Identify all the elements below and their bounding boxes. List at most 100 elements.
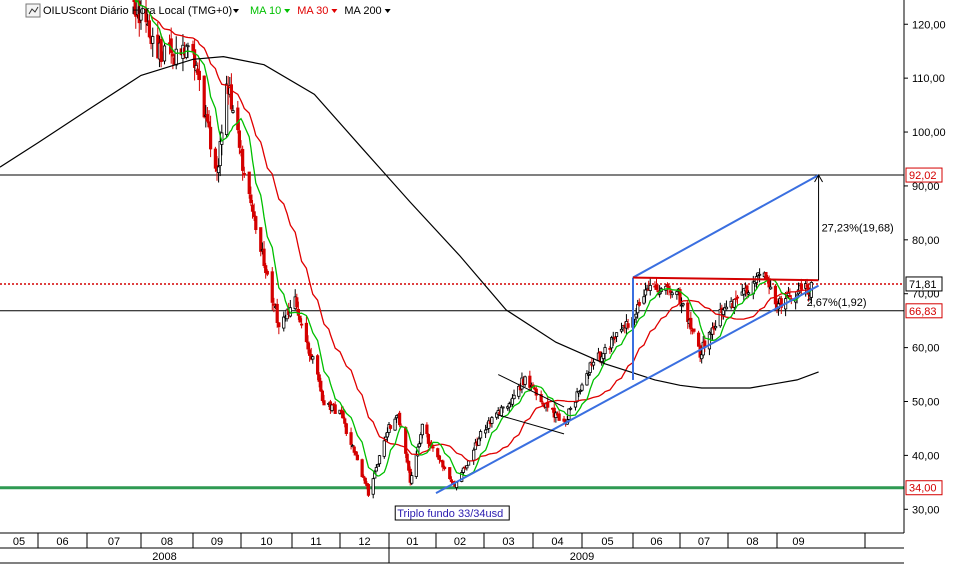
candle-body: [398, 412, 402, 426]
candle-body: [637, 301, 641, 306]
candle-body: [562, 418, 566, 422]
candle-body: [603, 347, 607, 355]
candle-body: [249, 194, 253, 204]
candle-body: [669, 290, 673, 293]
candle-body: [254, 216, 258, 231]
candle-body: [523, 376, 527, 385]
price-tick-label: 90,00: [912, 181, 940, 193]
candle-body: [259, 227, 263, 252]
candle-body: [692, 328, 696, 332]
candle-body: [608, 347, 612, 350]
candle-body: [501, 406, 505, 409]
month-label: 08: [746, 536, 758, 548]
candle-body: [634, 313, 638, 318]
candle-body: [265, 270, 269, 275]
candle-body: [322, 400, 326, 406]
candle-body: [374, 467, 378, 472]
candle-body: [236, 107, 240, 131]
candle-body: [658, 292, 662, 295]
candle-body: [270, 271, 274, 303]
candle-body: [202, 75, 206, 118]
candle-body: [472, 449, 476, 461]
instrument-title[interactable]: OILUScont Diário Hora Local (TMG+0): [43, 5, 232, 17]
candle-body: [231, 110, 235, 113]
month-label: 08: [161, 536, 173, 548]
candle-body: [366, 484, 371, 496]
candle-body: [611, 338, 615, 341]
candle-body: [805, 284, 809, 288]
candle-body: [586, 373, 591, 376]
candle-body: [642, 296, 646, 304]
candle-body: [414, 454, 418, 477]
year-label: 2009: [570, 551, 594, 563]
candle-body: [681, 303, 685, 306]
candle-body: [591, 361, 596, 366]
price-label: 34,00: [909, 483, 937, 495]
candle-body: [568, 407, 573, 410]
candle-body: [295, 297, 299, 308]
candle-body: [349, 432, 353, 445]
candle-body: [746, 292, 751, 295]
price-tick-label: 40,00: [912, 450, 940, 462]
month-label: 09: [211, 536, 223, 548]
price-label: 92,02: [909, 170, 937, 182]
candle-body: [613, 336, 617, 339]
candle-body: [490, 417, 494, 424]
candle-body: [478, 431, 483, 439]
candle-body: [619, 328, 624, 332]
candle-body: [262, 248, 266, 267]
candle-body: [410, 475, 414, 484]
candle-body: [636, 304, 640, 314]
candle-body: [799, 283, 803, 290]
candle-body: [437, 455, 442, 460]
candle-body: [769, 286, 773, 290]
candle-body: [304, 322, 309, 343]
candle-body: [654, 284, 659, 290]
candle-body: [420, 423, 424, 436]
candle-body: [237, 130, 241, 148]
month-label: 02: [454, 536, 466, 548]
candle-body: [765, 276, 770, 279]
candle-body: [275, 303, 279, 323]
candle-body: [734, 298, 738, 300]
candle-body: [483, 429, 488, 434]
candle-body: [186, 45, 190, 48]
candle-body: [643, 289, 648, 296]
candle-body: [330, 404, 334, 411]
candle-body: [333, 404, 337, 414]
candle-body: [404, 427, 408, 454]
candle-body: [393, 418, 397, 431]
price-tick-label: 100,00: [912, 127, 946, 139]
month-label: 12: [358, 536, 370, 548]
candle-body: [319, 380, 323, 392]
candle-body: [355, 454, 359, 461]
candle-body: [696, 332, 701, 347]
candle-body: [419, 434, 423, 444]
month-label: 03: [502, 536, 514, 548]
candle-body: [448, 467, 452, 480]
month-label: 01: [406, 536, 418, 548]
candle-body: [197, 70, 201, 81]
candle-body: [218, 141, 222, 167]
candle-body: [573, 401, 578, 408]
candle-body: [388, 425, 393, 429]
candle-body: [252, 211, 256, 217]
price-tick-label: 120,00: [912, 19, 946, 31]
legend-ma-label[interactable]: MA 200: [344, 5, 381, 17]
candle-body: [174, 48, 178, 66]
candle-body: [298, 315, 302, 323]
candle-body: [311, 356, 315, 360]
month-label: 06: [650, 536, 662, 548]
month-label: 07: [108, 536, 120, 548]
candle-body: [557, 413, 561, 421]
legend-ma-label[interactable]: MA 10: [250, 5, 281, 17]
legend-ma-label[interactable]: MA 30: [297, 5, 328, 17]
candle-body: [648, 285, 652, 291]
month-label: 05: [13, 536, 25, 548]
candle-body: [282, 316, 286, 329]
candle-body: [441, 460, 445, 468]
candle-body: [724, 306, 729, 310]
candle-body: [250, 204, 255, 212]
candle-body: [351, 445, 355, 448]
candle-body: [277, 322, 281, 328]
